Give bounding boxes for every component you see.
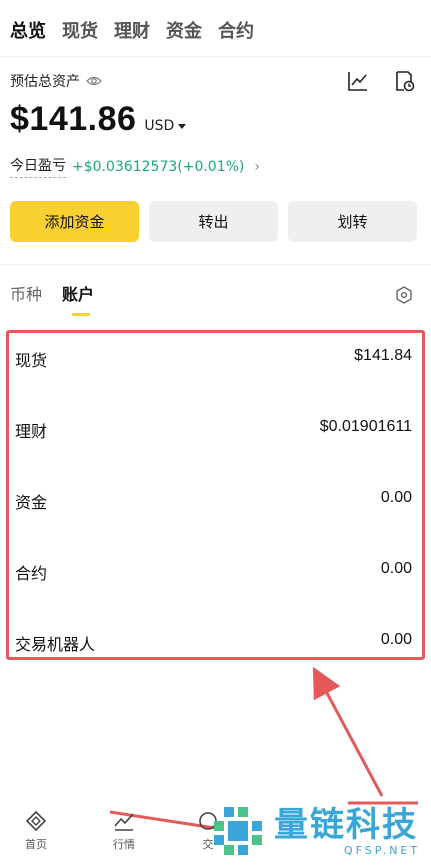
- pnl-label: 今日盈亏: [10, 155, 66, 178]
- withdraw-button[interactable]: 转出: [149, 201, 278, 242]
- account-name: 现货: [15, 351, 48, 370]
- account-row[interactable]: 交易机器人 0.00: [15, 631, 412, 655]
- markets-icon: [114, 813, 134, 831]
- account-row[interactable]: 现货 $141.84: [15, 347, 412, 371]
- transfer-button[interactable]: 划转: [288, 201, 417, 242]
- watermark-text: 量链科技: [274, 804, 418, 845]
- caret-down-icon: [178, 123, 187, 129]
- tab-futures[interactable]: 合约: [218, 18, 254, 46]
- account-value: $0.01901611: [319, 418, 412, 435]
- watermark-domain: QFSP.NET: [344, 843, 421, 857]
- tab-accounts[interactable]: 账户: [62, 282, 94, 316]
- balance-row: $141.86 USD: [10, 100, 187, 139]
- tab-earn[interactable]: 理财: [114, 18, 150, 46]
- account-row[interactable]: 资金 0.00: [15, 489, 412, 513]
- nav-home[interactable]: 首页: [25, 810, 47, 852]
- nav-markets-label: 行情: [113, 838, 135, 851]
- chart-icon[interactable]: [347, 70, 369, 92]
- tab-overview[interactable]: 总览: [10, 18, 46, 46]
- annotation-arrow: [312, 666, 384, 797]
- divider: [0, 264, 431, 265]
- account-name: 理财: [15, 422, 48, 441]
- pnl-value: +$0.03612573(+0.01%): [72, 158, 245, 175]
- currency-label: USD: [144, 118, 175, 134]
- chevron-right-icon: ›: [254, 158, 260, 175]
- deposit-button[interactable]: 添加资金: [10, 201, 139, 242]
- account-value: 0.00: [380, 489, 412, 506]
- account-name: 交易机器人: [15, 635, 96, 654]
- account-row[interactable]: 合约 0.00: [15, 560, 412, 584]
- estimated-assets-label: 预估总资产: [10, 74, 80, 90]
- eye-icon[interactable]: [86, 73, 102, 89]
- history-icon[interactable]: [393, 70, 415, 92]
- nav-markets[interactable]: 行情: [113, 810, 135, 852]
- account-row[interactable]: 理财 $0.01901611: [15, 418, 412, 442]
- sub-tabs: 币种 账户: [10, 282, 94, 316]
- divider: [0, 56, 431, 57]
- tab-spot[interactable]: 现货: [62, 18, 98, 46]
- tab-funding[interactable]: 资金: [166, 18, 202, 46]
- action-buttons: 添加资金 转出 划转: [10, 201, 417, 242]
- watermark: 量链科技 QFSP.NET: [210, 803, 420, 859]
- currency-selector[interactable]: USD: [144, 118, 187, 134]
- top-tabs: 总览 现货 理财 资金 合约: [10, 18, 254, 46]
- total-balance: $141.86: [10, 100, 137, 138]
- account-value: $141.84: [354, 347, 412, 364]
- account-name: 资金: [15, 493, 48, 512]
- account-value: 0.00: [380, 631, 412, 648]
- header-actions: [347, 70, 415, 92]
- tab-coins[interactable]: 币种: [10, 282, 42, 308]
- nav-home-label: 首页: [25, 838, 47, 851]
- home-icon: [25, 810, 47, 832]
- watermark-text-block: 量链科技 QFSP.NET: [274, 806, 420, 857]
- account-name: 合约: [15, 564, 48, 583]
- accounts-highlight-box: 现货 $141.84 理财 $0.01901611 资金 0.00 合约 0.0…: [6, 330, 425, 660]
- settings-icon[interactable]: [395, 286, 413, 304]
- pnl-row[interactable]: 今日盈亏 +$0.03612573(+0.01%) ›: [10, 155, 260, 178]
- estimated-assets-row: 预估总资产: [10, 71, 102, 91]
- account-value: 0.00: [380, 560, 412, 577]
- watermark-logo-icon: [214, 807, 262, 855]
